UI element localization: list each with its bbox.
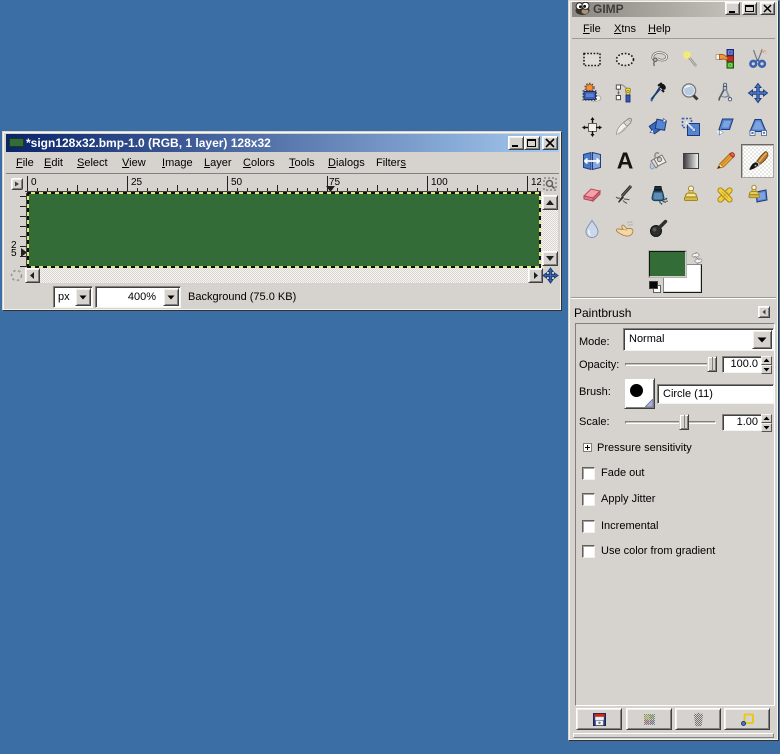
svg-text:A: A xyxy=(616,150,633,172)
